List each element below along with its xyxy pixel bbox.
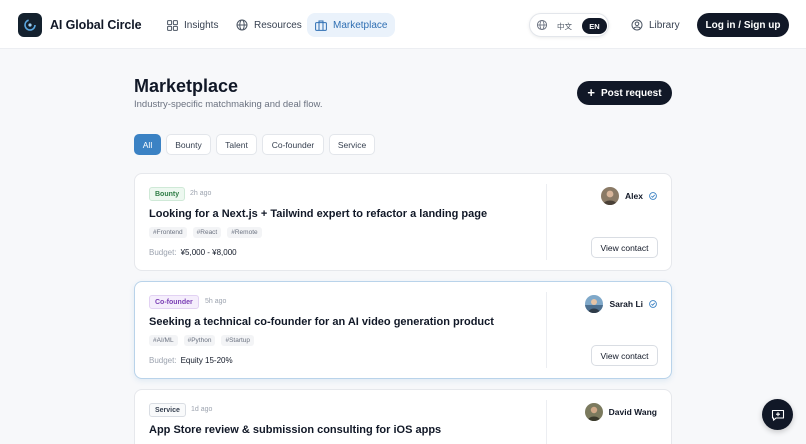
login-signup-button[interactable]: Log in / Sign up bbox=[697, 13, 789, 37]
language-option-en[interactable]: EN bbox=[582, 18, 607, 34]
filter-cofounder[interactable]: Co-founder bbox=[262, 134, 324, 155]
tag-list: #Frontend #React #Remote bbox=[149, 227, 262, 238]
request-card[interactable]: Co-founder 5h ago Seeking a technical co… bbox=[134, 281, 672, 379]
tag[interactable]: #React bbox=[192, 227, 222, 238]
language-toggle[interactable]: 中文 EN bbox=[529, 13, 609, 37]
filter-service[interactable]: Service bbox=[329, 134, 375, 155]
author[interactable]: Sarah Li bbox=[585, 295, 657, 313]
post-request-button[interactable]: + Post request bbox=[577, 81, 672, 105]
card-title[interactable]: Looking for a Next.js + Tailwind expert … bbox=[149, 208, 487, 220]
plus-icon: + bbox=[587, 85, 595, 100]
budget-label: Budget: bbox=[149, 356, 177, 365]
logo[interactable] bbox=[18, 13, 42, 37]
verified-icon bbox=[649, 300, 657, 308]
view-contact-button[interactable]: View contact bbox=[591, 345, 658, 366]
author-name: David Wang bbox=[608, 407, 657, 417]
budget-value: ¥5,000 - ¥8,000 bbox=[180, 248, 237, 257]
budget-value: Equity 15-20% bbox=[180, 356, 233, 365]
nav-insights[interactable]: Insights bbox=[159, 13, 226, 37]
library-link[interactable]: Library bbox=[631, 13, 680, 37]
verified-icon bbox=[649, 192, 657, 200]
tag[interactable]: #Frontend bbox=[149, 227, 187, 238]
feedback-chat-button[interactable] bbox=[762, 399, 793, 430]
card-divider bbox=[546, 400, 547, 444]
card-divider bbox=[546, 184, 547, 260]
logo-icon bbox=[24, 19, 36, 31]
library-label: Library bbox=[649, 19, 680, 31]
view-contact-button[interactable]: View contact bbox=[591, 237, 658, 258]
author[interactable]: Alex bbox=[601, 187, 657, 205]
budget-label: Budget: bbox=[149, 248, 177, 257]
brand-name[interactable]: AI Global Circle bbox=[50, 18, 142, 32]
author-name: Alex bbox=[625, 191, 643, 201]
post-time: 5h ago bbox=[205, 298, 227, 305]
nav-resources-label: Resources bbox=[254, 19, 302, 31]
globe-icon bbox=[536, 19, 548, 31]
page-subtitle: Industry-specific matchmaking and deal f… bbox=[134, 99, 323, 110]
author[interactable]: David Wang bbox=[584, 403, 657, 421]
type-badge: Service bbox=[149, 403, 186, 417]
globe-icon bbox=[236, 19, 248, 31]
tag-list: #AI/ML #Python #Startup bbox=[149, 335, 255, 346]
language-option-zh[interactable]: 中文 bbox=[557, 21, 572, 32]
budget: Budget: ¥5,000 - ¥8,000 bbox=[149, 248, 237, 257]
tag[interactable]: #Python bbox=[183, 335, 216, 346]
card-title[interactable]: App Store review & submission consulting… bbox=[149, 424, 441, 436]
nav-insights-label: Insights bbox=[184, 19, 219, 31]
card-title[interactable]: Seeking a technical co-founder for an AI… bbox=[149, 316, 494, 328]
nav-marketplace[interactable]: Marketplace bbox=[307, 13, 396, 37]
chat-plus-icon bbox=[771, 409, 784, 421]
grid-icon bbox=[167, 19, 178, 31]
author-name: Sarah Li bbox=[609, 299, 643, 309]
avatar bbox=[584, 403, 603, 421]
top-navbar: AI Global Circle Insights Resources Mark… bbox=[0, 0, 806, 49]
type-badge: Bounty bbox=[149, 187, 186, 201]
tag[interactable]: #Remote bbox=[227, 227, 262, 238]
filter-talent[interactable]: Talent bbox=[216, 134, 257, 155]
post-time: 2h ago bbox=[190, 190, 212, 197]
avatar bbox=[601, 187, 620, 205]
post-time: 1d ago bbox=[191, 406, 213, 413]
tag[interactable]: #AI/ML bbox=[149, 335, 178, 346]
card-divider bbox=[546, 292, 547, 368]
briefcase-icon bbox=[315, 20, 327, 31]
filter-all[interactable]: All bbox=[134, 134, 161, 155]
page-title: Marketplace bbox=[134, 76, 239, 96]
type-badge: Co-founder bbox=[149, 295, 199, 309]
request-card[interactable]: Service 1d ago App Store review & submis… bbox=[134, 389, 672, 444]
filter-bounty[interactable]: Bounty bbox=[166, 134, 211, 155]
budget: Budget: Equity 15-20% bbox=[149, 356, 233, 365]
tag[interactable]: #Startup bbox=[221, 335, 255, 346]
avatar bbox=[585, 295, 604, 313]
request-card[interactable]: Bounty 2h ago Looking for a Next.js + Ta… bbox=[134, 173, 672, 271]
user-circle-icon bbox=[631, 19, 643, 31]
post-request-label: Post request bbox=[601, 87, 662, 99]
nav-marketplace-label: Marketplace bbox=[333, 19, 388, 31]
nav-resources[interactable]: Resources bbox=[228, 13, 310, 37]
